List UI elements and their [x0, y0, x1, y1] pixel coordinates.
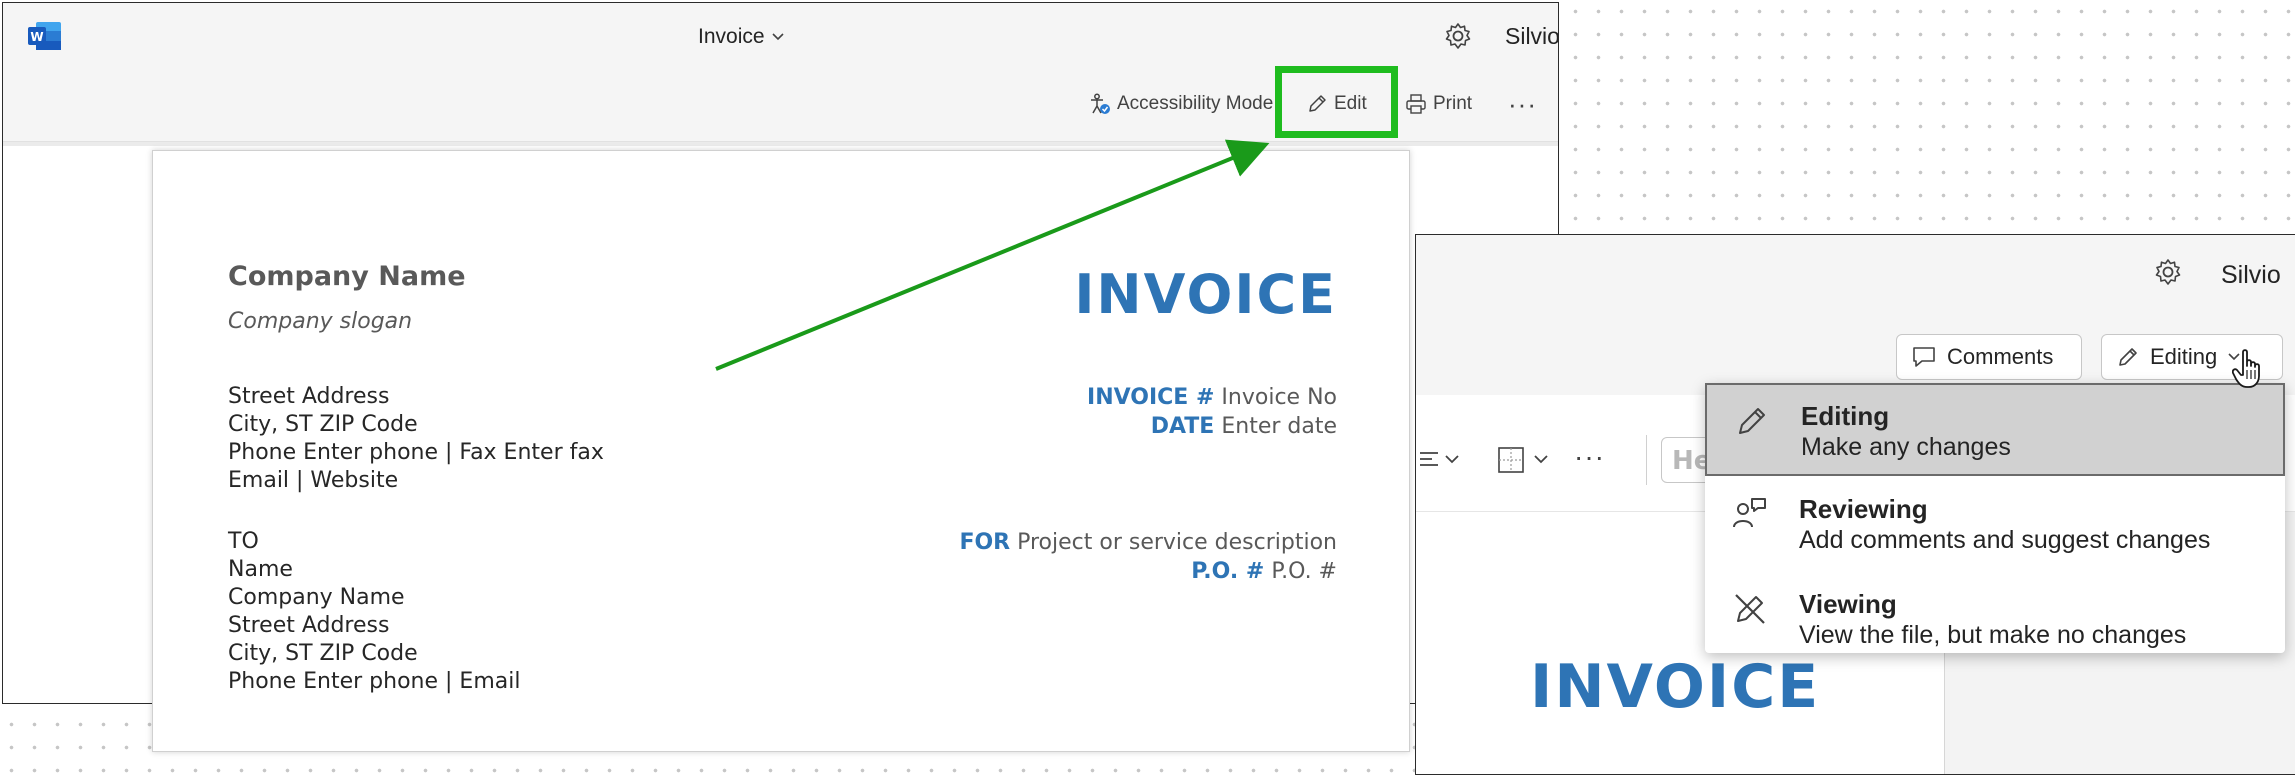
- comments-label: Comments: [1947, 344, 2054, 369]
- po-row: P.O. # P.O. #: [1191, 559, 1337, 584]
- pencil-slash-icon: [1735, 594, 1765, 624]
- print-icon: [1406, 94, 1426, 114]
- edit-button-highlight: [1275, 66, 1398, 138]
- gear-icon[interactable]: [1443, 21, 1473, 51]
- to-line: City, ST ZIP Code: [228, 641, 418, 666]
- align-icon[interactable]: [1418, 448, 1440, 470]
- date-label: DATE: [1150, 414, 1215, 439]
- menu-item-title: Viewing: [1799, 589, 1897, 619]
- for-value: Project or service description: [1017, 530, 1337, 555]
- title-bar: W Invoice Silvio: [3, 3, 1558, 69]
- to-line: Company Name: [228, 585, 405, 610]
- menu-item-title: Reviewing: [1799, 494, 1928, 524]
- date-row: DATE Enter date: [1151, 414, 1337, 439]
- invoice-document-page[interactable]: Company Name Company slogan Street Addre…: [152, 150, 1410, 752]
- address-line: Email | Website: [228, 468, 399, 493]
- menu-item-viewing[interactable]: Viewing View the file, but make no chang…: [1705, 573, 2285, 666]
- invoice-number-value: Invoice No: [1221, 385, 1337, 410]
- to-line: Name: [228, 557, 293, 582]
- address-line: Phone Enter phone | Fax Enter fax: [228, 440, 604, 465]
- menu-item-description: Make any changes: [1801, 433, 2011, 461]
- comment-icon: [1913, 347, 1935, 367]
- invoice-heading: INVOICE: [1074, 263, 1337, 326]
- gear-icon[interactable]: [2153, 257, 2183, 287]
- document-title: Invoice: [698, 25, 765, 48]
- chevron-down-icon: [771, 33, 784, 41]
- accessibility-icon: [1091, 93, 1110, 114]
- accessibility-mode-button[interactable]: Accessibility Mode: [1089, 93, 1273, 115]
- invoice-number-row: INVOICE # Invoice No: [1087, 385, 1337, 410]
- svg-text:W: W: [30, 30, 43, 44]
- menu-item-editing[interactable]: Editing Make any changes: [1705, 383, 2285, 476]
- title-bar: Silvio Comments Editing: [1416, 235, 2295, 395]
- po-value: P.O. #: [1271, 559, 1337, 584]
- to-line: Phone Enter phone | Email: [228, 669, 521, 694]
- user-name[interactable]: Silvio: [2221, 261, 2281, 290]
- user-name[interactable]: Silvio: [1505, 23, 1558, 50]
- ribbon-divider: [1646, 435, 1647, 485]
- po-label: P.O. #: [1191, 559, 1265, 584]
- hand-cursor-icon: [2232, 349, 2260, 388]
- invoice-number-label: INVOICE #: [1087, 385, 1215, 410]
- print-button[interactable]: Print: [1405, 93, 1472, 115]
- to-line: Street Address: [228, 613, 390, 638]
- chevron-down-icon[interactable]: [1533, 453, 1549, 465]
- menu-item-description: Add comments and suggest changes: [1799, 526, 2211, 554]
- editing-mode-menu: Editing Make any changes Reviewing Add c…: [1705, 383, 2285, 653]
- for-label: FOR: [959, 530, 1011, 555]
- comments-button[interactable]: Comments: [1896, 334, 2082, 380]
- more-options-button[interactable]: ···: [1574, 441, 1605, 473]
- menu-item-reviewing[interactable]: Reviewing Add comments and suggest chang…: [1705, 478, 2285, 571]
- address-line: City, ST ZIP Code: [228, 412, 418, 437]
- more-options-button[interactable]: ···: [1508, 89, 1537, 120]
- document-title-button[interactable]: Invoice: [698, 25, 785, 49]
- pencil-icon: [1739, 408, 1765, 434]
- word-logo-icon[interactable]: W: [28, 22, 61, 50]
- to-line: TO: [228, 529, 259, 554]
- menu-item-title: Editing: [1801, 401, 1890, 431]
- company-name: Company Name: [228, 261, 466, 292]
- chevron-down-icon[interactable]: [1444, 453, 1460, 465]
- print-label: Print: [1433, 93, 1473, 114]
- borders-icon[interactable]: [1496, 445, 1526, 475]
- pencil-icon: [2119, 348, 2137, 366]
- menu-item-description: View the file, but make no changes: [1799, 621, 2187, 649]
- editing-label: Editing: [2150, 344, 2218, 369]
- address-line: Street Address: [228, 384, 390, 409]
- accessibility-mode-label: Accessibility Mode: [1117, 93, 1274, 114]
- date-value: Enter date: [1221, 414, 1337, 439]
- reviewing-icon: [1733, 498, 1766, 528]
- company-slogan: Company slogan: [228, 309, 413, 334]
- for-row: FOR Project or service description: [959, 530, 1337, 555]
